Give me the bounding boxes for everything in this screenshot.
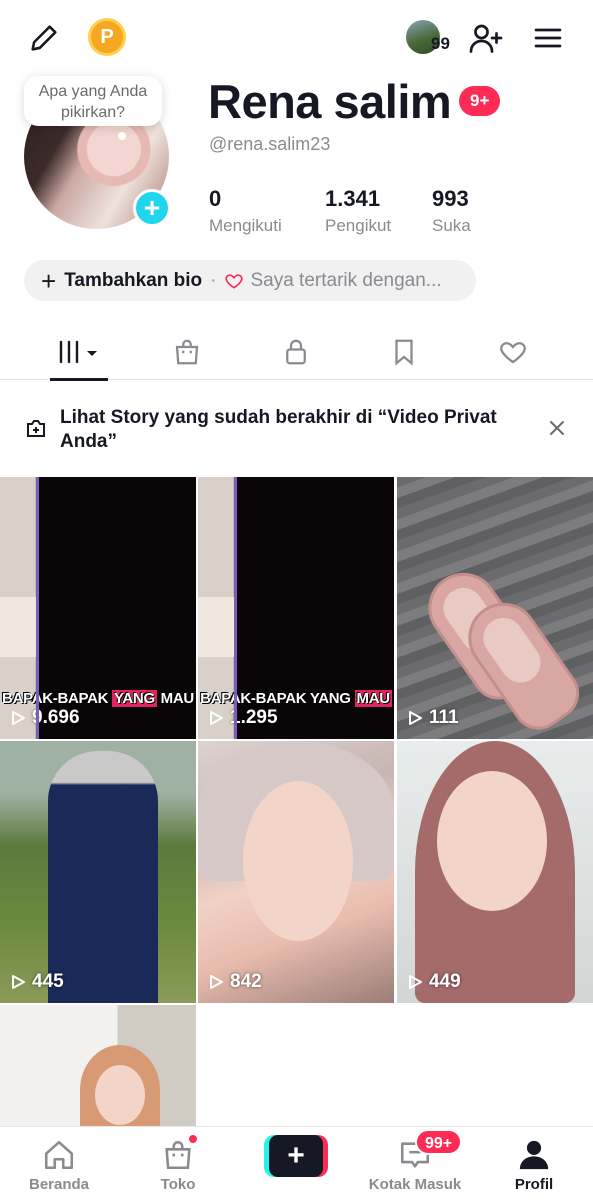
nav-label: Profil bbox=[514, 1176, 554, 1193]
stat-label: Mengikuti bbox=[209, 216, 282, 235]
bottom-nav: Beranda Toko + 99+ Kotak Masuk Profil bbox=[0, 1126, 593, 1200]
thought-bubble[interactable]: Apa yang Anda pikirkan? bbox=[24, 76, 162, 126]
story-banner-text: Lihat Story yang sudah berakhir di “Vide… bbox=[60, 407, 497, 452]
caption-highlight: YANG bbox=[112, 690, 157, 707]
video-thumbnail[interactable]: BAPAK-BAPAK YANG MAU 9.696 bbox=[0, 477, 196, 739]
top-bar: P 99 bbox=[0, 0, 593, 76]
profile-icon bbox=[517, 1135, 551, 1175]
stat-value: 1.341 bbox=[325, 186, 381, 211]
face-image bbox=[95, 1065, 145, 1125]
tab-private[interactable] bbox=[256, 324, 336, 380]
shop-bag-icon bbox=[175, 339, 199, 365]
inbox-badge: 99+ bbox=[415, 1129, 463, 1155]
video-thumbnail[interactable]: 111 bbox=[397, 477, 593, 739]
nav-label: Kotak Masuk bbox=[368, 1176, 462, 1193]
hamburger-menu-icon[interactable] bbox=[528, 18, 568, 58]
caption-text: BAPAK-BAPAK bbox=[2, 690, 113, 707]
view-count: 111 bbox=[407, 707, 459, 729]
video-thumbnail[interactable]: 842 bbox=[198, 741, 394, 1003]
tab-liked[interactable] bbox=[473, 324, 553, 380]
video-thumbnail[interactable]: 449 bbox=[397, 741, 593, 1003]
video-caption: BAPAK-BAPAK YANG MAU bbox=[0, 690, 196, 707]
profile-handle: @rena.salim23 bbox=[209, 134, 331, 154]
view-count: 842 bbox=[208, 971, 262, 993]
profile-name: Rena salim bbox=[208, 75, 452, 128]
stat-following[interactable]: 0 Mengikuti bbox=[209, 186, 282, 236]
video-thumbnail[interactable]: 445 bbox=[0, 741, 196, 1003]
play-icon bbox=[409, 711, 422, 725]
profile-tabs bbox=[0, 324, 593, 380]
view-count: 449 bbox=[407, 971, 461, 993]
videos-grid-icon bbox=[59, 340, 97, 364]
face-image bbox=[437, 771, 547, 911]
view-count-value: 445 bbox=[32, 971, 64, 992]
stat-value: 0 bbox=[209, 186, 222, 211]
view-count-value: 449 bbox=[429, 971, 461, 992]
nav-label: Toko bbox=[160, 1176, 196, 1193]
video-caption: BAPAK-BAPAK YANG MAU bbox=[198, 690, 394, 707]
story-banner[interactable]: Lihat Story yang sudah berakhir di “Vide… bbox=[0, 400, 593, 460]
tab-shop[interactable] bbox=[147, 324, 227, 380]
interests-button[interactable]: Saya tertarik dengan... bbox=[224, 269, 442, 292]
play-icon bbox=[409, 975, 422, 989]
add-user-icon[interactable] bbox=[466, 18, 506, 58]
bookmark-icon bbox=[395, 339, 413, 366]
heart-icon bbox=[500, 342, 526, 364]
lock-icon bbox=[286, 339, 306, 365]
stat-followers[interactable]: 1.341 Pengikut bbox=[325, 186, 391, 236]
heart-icon bbox=[225, 273, 244, 289]
nav-shop[interactable]: Toko bbox=[123, 1127, 233, 1200]
play-icon bbox=[210, 711, 223, 725]
plus-icon: + bbox=[269, 1135, 323, 1177]
view-count: 1.295 bbox=[208, 707, 278, 729]
stat-likes[interactable]: 993 Suka bbox=[432, 186, 471, 236]
face-image bbox=[243, 781, 353, 941]
pencil-icon[interactable] bbox=[24, 18, 64, 58]
view-count: 445 bbox=[10, 971, 64, 993]
add-bio-button[interactable]: + Tambahkan bio bbox=[41, 268, 202, 294]
view-count-value: 842 bbox=[230, 971, 262, 992]
add-bio-label: Tambahkan bio bbox=[64, 269, 203, 291]
profile-visitors-count[interactable]: 99 bbox=[431, 34, 450, 54]
dress-image bbox=[48, 751, 158, 1003]
view-count-value: 9.696 bbox=[32, 707, 80, 728]
play-icon bbox=[12, 711, 25, 725]
caption-highlight: MAU bbox=[354, 690, 392, 707]
caption-text: MAU bbox=[156, 690, 195, 707]
stat-label: Suka bbox=[432, 216, 471, 235]
tab-saved[interactable] bbox=[364, 324, 444, 380]
video-thumbnail[interactable]: BAPAK-BAPAK YANG MAU 1.295 bbox=[198, 477, 394, 739]
plus-icon: + bbox=[41, 265, 57, 296]
notification-badge[interactable]: 9+ bbox=[459, 86, 501, 116]
close-icon[interactable] bbox=[545, 416, 569, 440]
nav-profile[interactable]: Profil bbox=[479, 1127, 589, 1200]
play-icon bbox=[12, 975, 25, 989]
view-count: 9.696 bbox=[10, 707, 80, 729]
add-story-button[interactable]: + bbox=[133, 189, 171, 227]
bio-pill: + Tambahkan bio · Saya tertarik dengan..… bbox=[24, 260, 476, 301]
nav-home[interactable]: Beranda bbox=[4, 1127, 114, 1200]
tab-videos[interactable] bbox=[39, 324, 119, 380]
create-button[interactable]: + bbox=[264, 1135, 328, 1177]
bio-separator: · bbox=[210, 269, 217, 291]
nav-inbox[interactable]: 99+ Kotak Masuk bbox=[360, 1127, 470, 1200]
stat-value: 993 bbox=[432, 186, 469, 211]
story-plus-icon bbox=[24, 416, 48, 445]
view-count-value: 111 bbox=[429, 707, 459, 728]
view-count-value: 1.295 bbox=[230, 707, 278, 728]
shop-notification-dot bbox=[187, 1133, 199, 1145]
play-icon bbox=[210, 975, 223, 989]
stat-label: Pengikut bbox=[325, 216, 392, 235]
video-thumbnail[interactable] bbox=[0, 1005, 196, 1126]
home-icon bbox=[42, 1135, 76, 1175]
active-tab-indicator bbox=[50, 378, 108, 381]
nav-label: Beranda bbox=[28, 1176, 90, 1193]
interests-label: Saya tertarik dengan... bbox=[250, 269, 442, 291]
bubble-tail bbox=[118, 132, 126, 140]
caption-text: BAPAK-BAPAK YANG bbox=[200, 690, 355, 707]
coin-icon[interactable]: P bbox=[88, 18, 126, 56]
